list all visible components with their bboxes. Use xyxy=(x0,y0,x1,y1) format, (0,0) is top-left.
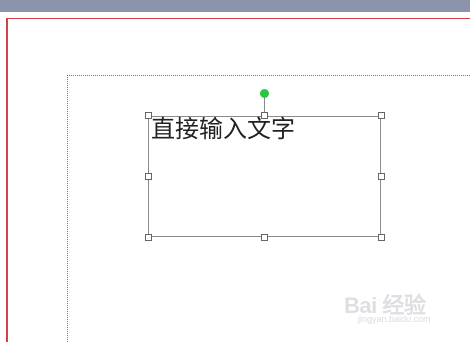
resize-handle-top-left[interactable] xyxy=(145,112,152,119)
page-border-top xyxy=(6,18,470,19)
selected-text-box[interactable]: 直接输入文字 xyxy=(148,114,381,237)
resize-handle-top-center[interactable] xyxy=(261,112,268,119)
resize-handle-bottom-left[interactable] xyxy=(145,234,152,241)
resize-handle-top-right[interactable] xyxy=(378,112,385,119)
rotate-handle-stem xyxy=(264,97,265,113)
text-box-content[interactable]: 直接输入文字 xyxy=(151,114,295,144)
resize-handle-bottom-right[interactable] xyxy=(378,234,385,241)
slide-editor: 直接输入文字 Bai 经验 jingyan.baidu.com xyxy=(0,0,470,342)
window-top-bar xyxy=(0,0,470,12)
page-border-left xyxy=(6,18,8,342)
resize-handle-middle-right[interactable] xyxy=(378,173,385,180)
resize-handle-bottom-center[interactable] xyxy=(261,234,268,241)
baidu-jingyan-watermark: Bai 经验 jingyan.baidu.com xyxy=(344,288,448,326)
watermark-url: jingyan.baidu.com xyxy=(358,314,431,324)
resize-handle-middle-left[interactable] xyxy=(145,173,152,180)
rotate-handle[interactable] xyxy=(260,89,269,98)
